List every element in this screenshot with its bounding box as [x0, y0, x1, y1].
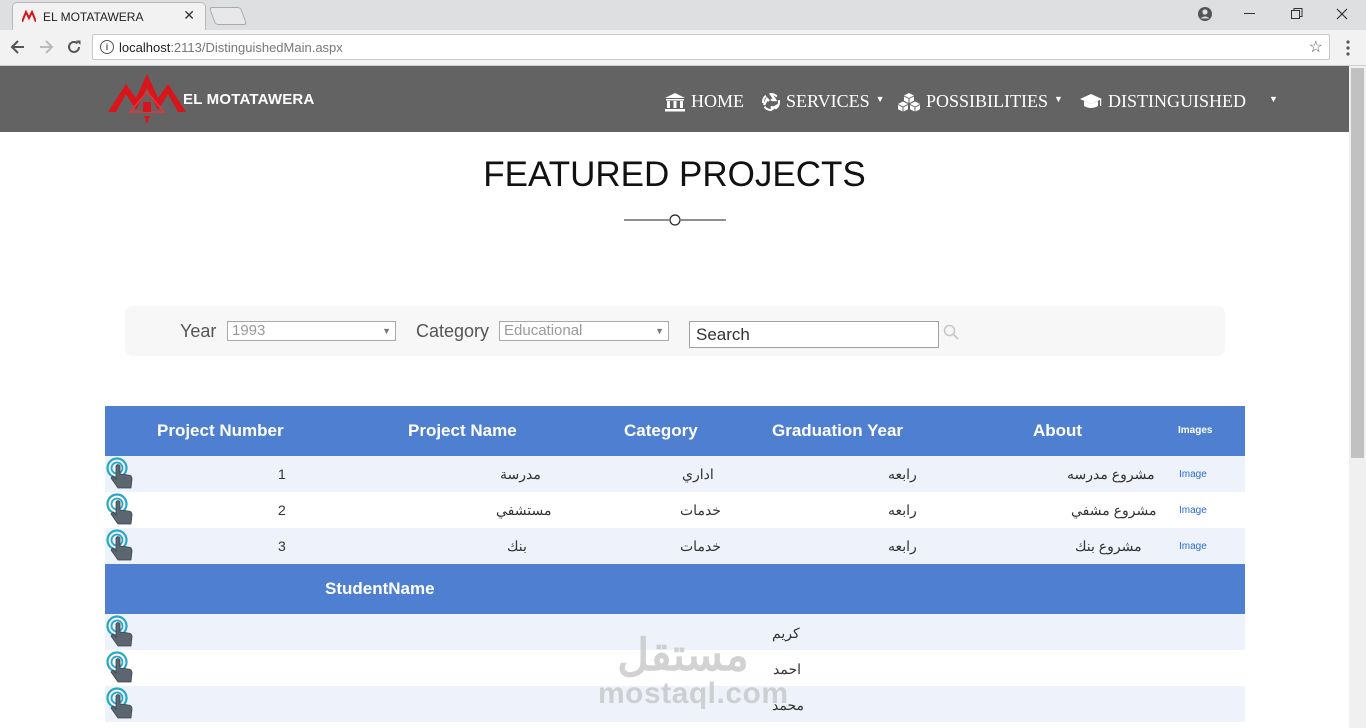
tab-close-icon[interactable]: ✕	[183, 7, 195, 24]
table-row: 2 مستشفي خدمات رابعه مشروع مشفي Image	[105, 492, 1245, 528]
nav-dropdown-caret-icon[interactable]: ▼	[1269, 94, 1278, 104]
title-divider-ornament-icon	[624, 214, 726, 226]
header-images[interactable]: Images	[1178, 425, 1212, 436]
cell-student-name: محمد	[772, 697, 804, 713]
url-path: :2113/DistinguishedMain.aspx	[170, 40, 343, 55]
cell-student-name: احمد	[773, 661, 801, 677]
site-favicon-icon	[22, 10, 36, 22]
header-project-name[interactable]: Project Name	[408, 421, 517, 441]
address-bar[interactable]: i localhost:2113/DistinguishedMain.aspx …	[92, 34, 1330, 60]
cell-about: مشروع بنك	[1075, 538, 1142, 554]
header-category[interactable]: Category	[624, 421, 698, 441]
select-hand-pointer-icon[interactable]	[105, 615, 135, 649]
url-host: localhost	[119, 40, 171, 55]
students-grid: StudentName كريم احمد محمد	[105, 564, 1245, 722]
table-row: 1 مدرسة اداري رابعه مشروع مدرسه Image	[105, 456, 1245, 492]
image-link[interactable]: Image	[1179, 505, 1207, 516]
year-select[interactable]: 1993 ▼	[227, 321, 396, 341]
header-project-number[interactable]: Project Number	[157, 421, 284, 441]
cell-project-number: 3	[278, 538, 286, 554]
nav-possibilities-label: POSSIBILITIES	[926, 91, 1049, 111]
cell-category: اداري	[682, 466, 714, 482]
cell-category: خدمات	[680, 502, 721, 518]
browser-tab[interactable]: EL MOTATAWERA ✕	[12, 2, 206, 30]
site-info-icon[interactable]: i	[100, 40, 114, 54]
bookmark-star-icon[interactable]: ☆	[1309, 37, 1323, 57]
restore-icon[interactable]	[1291, 8, 1303, 20]
year-select-arrow-icon: ▼	[382, 326, 391, 336]
possibilities-caret-icon: ▼	[1054, 93, 1063, 104]
nav-home[interactable]: HOME	[664, 91, 744, 112]
el-motatawera-logo-icon[interactable]	[108, 72, 186, 124]
cell-category: خدمات	[680, 538, 721, 554]
back-arrow-icon[interactable]	[10, 39, 26, 55]
forward-arrow-icon[interactable]	[38, 39, 54, 55]
window-close-icon[interactable]	[1336, 8, 1348, 20]
cell-graduation-year: رابعه	[888, 538, 917, 554]
search-input[interactable]	[689, 321, 939, 348]
cell-project-number: 1	[278, 466, 286, 482]
nav-distinguished-label: DISTINGUISHED	[1108, 91, 1246, 111]
select-hand-pointer-icon[interactable]	[105, 457, 135, 491]
recycle-icon	[762, 92, 780, 111]
cell-project-number: 2	[278, 502, 286, 518]
header-student-name[interactable]: StudentName	[325, 579, 435, 599]
page-scrollbar[interactable]	[1349, 66, 1366, 728]
scrollbar-thumb[interactable]	[1351, 68, 1364, 458]
select-hand-pointer-icon[interactable]	[105, 529, 135, 563]
select-hand-pointer-icon[interactable]	[105, 493, 135, 527]
select-hand-pointer-icon[interactable]	[105, 687, 135, 721]
year-select-value: 1993	[232, 322, 266, 339]
site-navbar: EL MOTATAWERA HOME SERVICES ▼ POSSIBILITI…	[0, 66, 1349, 132]
page-title: FEATURED PROJECTS	[483, 155, 866, 194]
header-graduation-year[interactable]: Graduation Year	[772, 421, 903, 441]
nav-possibilities[interactable]: POSSIBILITIES ▼	[897, 91, 1063, 112]
projects-grid: Project Number Project Name Category Gra…	[105, 406, 1245, 564]
minimize-icon[interactable]	[1244, 13, 1256, 15]
cell-student-name: كريم	[772, 625, 800, 641]
table-row: احمد	[105, 650, 1245, 686]
year-label: Year	[180, 321, 217, 341]
category-select[interactable]: Educational ▼	[499, 321, 669, 341]
graduation-cap-icon	[1080, 93, 1102, 108]
image-link[interactable]: Image	[1179, 541, 1207, 552]
select-hand-pointer-icon[interactable]	[105, 651, 135, 685]
table-row: 3 بنك خدمات رابعه مشروع بنك Image	[105, 528, 1245, 564]
category-label: Category	[416, 321, 490, 341]
search-icon[interactable]	[943, 324, 959, 340]
cell-project-name: مستشفي	[496, 502, 552, 518]
browser-tab-strip: EL MOTATAWERA ✕	[0, 0, 1366, 30]
cell-about: مشروع مشفي	[1071, 502, 1157, 518]
cubes-icon	[898, 92, 920, 111]
cell-project-name: بنك	[507, 538, 527, 554]
nav-services[interactable]: SERVICES ▼	[761, 91, 885, 112]
nav-home-label: HOME	[691, 91, 744, 111]
header-about[interactable]: About	[1033, 421, 1082, 441]
projects-grid-header: Project Number Project Name Category Gra…	[105, 406, 1245, 456]
reload-icon[interactable]	[66, 39, 82, 55]
address-url[interactable]: localhost:2113/DistinguishedMain.aspx	[119, 40, 343, 55]
filter-bar: Year 1993 ▼ Category Educational ▼	[125, 306, 1225, 356]
cell-about: مشروع مدرسه	[1067, 466, 1155, 482]
bank-icon	[665, 92, 685, 111]
tab-title: EL MOTATAWERA	[43, 10, 144, 24]
nav-distinguished[interactable]: DISTINGUISHED	[1079, 91, 1246, 112]
image-link[interactable]: Image	[1179, 469, 1207, 480]
students-grid-header: StudentName	[105, 564, 1245, 614]
services-caret-icon: ▼	[875, 93, 885, 104]
cell-graduation-year: رابعه	[888, 502, 917, 518]
site-brand[interactable]: EL MOTATAWERA	[183, 91, 314, 108]
account-icon[interactable]	[1197, 6, 1213, 22]
new-tab-button[interactable]	[208, 7, 248, 25]
table-row: كريم	[105, 614, 1245, 650]
category-select-value: Educational	[504, 322, 583, 339]
category-select-arrow-icon: ▼	[655, 326, 664, 336]
nav-services-label: SERVICES	[786, 91, 870, 111]
cell-project-name: مدرسة	[500, 466, 541, 482]
table-row: محمد	[105, 686, 1245, 722]
browser-menu-icon[interactable]	[1345, 40, 1351, 56]
cell-graduation-year: رابعه	[888, 466, 917, 482]
browser-toolbar: i localhost:2113/DistinguishedMain.aspx …	[0, 30, 1366, 66]
